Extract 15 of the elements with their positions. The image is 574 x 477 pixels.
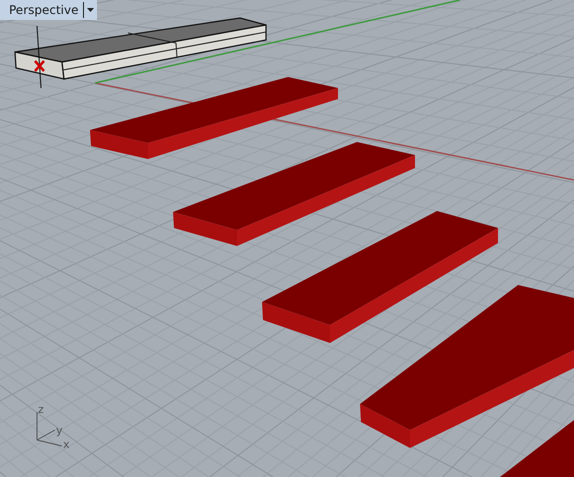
dropdown-button[interactable] (82, 2, 96, 18)
axis-label: y (56, 424, 63, 437)
axis-icon (36, 412, 62, 446)
slab-object[interactable] (500, 420, 574, 477)
gumball-line (36, 26, 42, 88)
box-object[interactable] (14, 17, 267, 80)
slab-object[interactable] (262, 211, 498, 343)
axis-label: z (38, 403, 44, 416)
slab-object[interactable] (90, 77, 338, 159)
slab-object[interactable] (173, 142, 415, 246)
axis-label: x (63, 438, 70, 451)
viewport[interactable]: Perspective z y x (0, 0, 574, 477)
caret-icon (86, 8, 94, 12)
slab-object[interactable] (360, 285, 574, 448)
origin-marker-icon[interactable] (34, 60, 45, 72)
